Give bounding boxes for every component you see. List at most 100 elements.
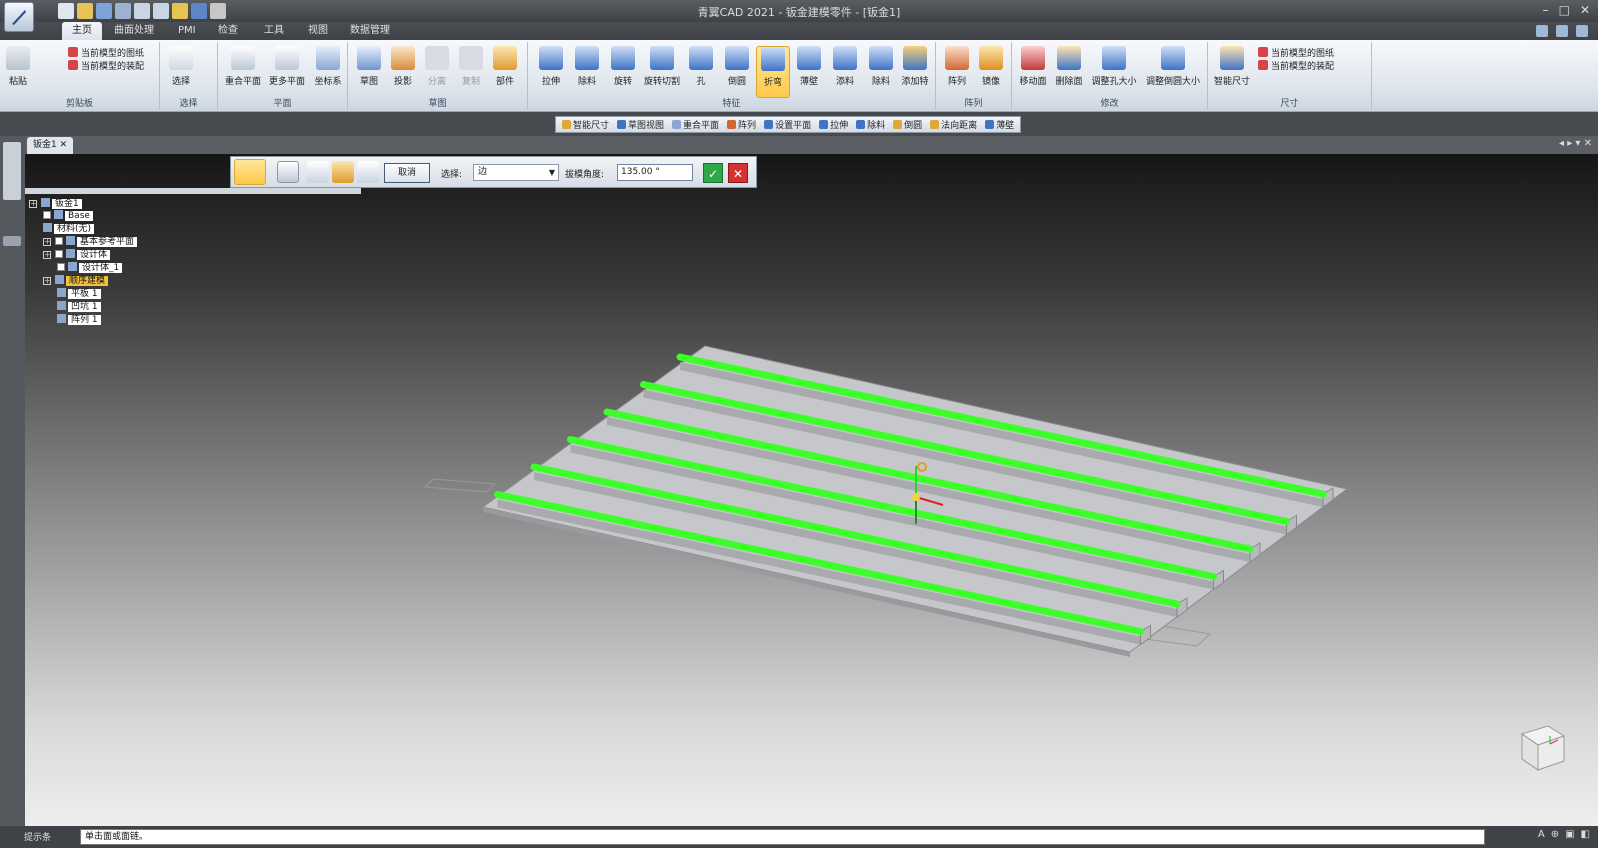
more-planes-button[interactable]: 更多平面 — [266, 46, 308, 87]
expand-icon[interactable]: + — [29, 200, 37, 208]
visibility-checkbox[interactable] — [55, 237, 63, 245]
visibility-checkbox[interactable] — [43, 211, 51, 219]
pattern-button[interactable]: 阵列 — [940, 46, 974, 87]
font-size-icon[interactable]: A — [1538, 829, 1545, 840]
tree-node[interactable]: 凹坑 1 — [57, 301, 101, 312]
revolve-button[interactable]: 旋转 — [606, 46, 640, 87]
smart-dimension-button[interactable]: 智能尺寸 — [1212, 46, 1252, 87]
add-feature-button[interactable]: 添加特 — [898, 46, 932, 87]
remove-material-button[interactable]: 除料 — [864, 46, 898, 87]
paste-button[interactable]: 粘贴 — [2, 46, 34, 87]
dimension-assembly-link[interactable]: 当前模型的装配 — [1258, 59, 1334, 72]
fit-icon[interactable]: ▣ — [1565, 829, 1574, 840]
select-body-icon[interactable] — [332, 161, 354, 183]
view-icon[interactable]: ◧ — [1581, 829, 1590, 840]
select-face-icon[interactable] — [307, 161, 329, 183]
current-model-drawing-link[interactable]: 当前模型的图纸 — [68, 46, 144, 59]
visibility-checkbox[interactable] — [57, 263, 65, 271]
coordinate-system-button[interactable]: 坐标系 — [310, 46, 346, 87]
command-item[interactable]: 薄壁 — [982, 118, 1017, 131]
app-logo[interactable] — [4, 2, 34, 32]
doc-tab-sheetmetal[interactable]: 钣金1 ✕ — [27, 137, 74, 154]
dock-toggle-icon[interactable] — [3, 236, 21, 246]
add-material-button[interactable]: 添料 — [828, 46, 862, 87]
project-icon — [391, 46, 415, 70]
group-sketch: 草图 投影 分离 复制 部件 草图 — [348, 42, 528, 110]
select-button[interactable]: 选择 — [164, 46, 198, 87]
command-item[interactable]: 拉伸 — [816, 118, 851, 131]
doc-tab-nav[interactable]: ◂ ▸ ▾ ✕ — [1559, 138, 1592, 149]
tab-surfacing[interactable]: 曲面处理 — [104, 22, 164, 40]
cutout-button[interactable]: 除料 — [570, 46, 604, 87]
tree-node[interactable]: 设计体_1 — [57, 262, 123, 273]
visibility-checkbox[interactable] — [55, 250, 63, 258]
command-item[interactable]: 重合平面 — [669, 118, 722, 131]
tree-node[interactable]: + 钣金1 — [29, 198, 82, 209]
delete-face-button[interactable]: 删除面 — [1052, 46, 1086, 87]
command-item[interactable]: 法向距离 — [927, 118, 980, 131]
close-button[interactable]: ✕ — [728, 163, 748, 183]
sketch-button[interactable]: 草图 — [352, 46, 386, 87]
command-item[interactable]: 设置平面 — [761, 118, 814, 131]
draft-angle-input[interactable]: 135.00 ° — [617, 164, 693, 181]
tab-home[interactable]: 主页 — [62, 22, 102, 40]
help-icon[interactable] — [1576, 25, 1588, 37]
hole-button[interactable]: 孔 — [684, 46, 718, 87]
tree-node[interactable]: 材料(无) — [43, 223, 95, 234]
tree-node[interactable]: + 设计体 — [43, 249, 111, 260]
command-item[interactable]: 倒圆 — [890, 118, 925, 131]
layout-icon[interactable] — [1536, 25, 1548, 37]
zoom-icon[interactable]: ⊕ — [1551, 829, 1559, 840]
accept-button[interactable]: ✓ — [703, 163, 723, 183]
tree-node[interactable]: 平板 1 — [57, 288, 101, 299]
tree-node[interactable]: 阵列 1 — [57, 314, 101, 325]
command-item[interactable]: 除料 — [853, 118, 888, 131]
select-chain-icon[interactable] — [357, 161, 379, 183]
expand-icon[interactable]: + — [43, 238, 51, 246]
options-step-icon[interactable] — [277, 161, 299, 183]
tree-node-label: 设计体_1 — [79, 263, 123, 273]
tree-node[interactable]: + 顺序建模 — [43, 275, 109, 286]
tab-pmi[interactable]: PMI — [168, 22, 206, 40]
close-window-icon[interactable]: ✕ — [1580, 3, 1590, 17]
3d-viewport[interactable]: 取消 选择: 边 ▼ 拔模角度: 135.00 ° ✓ ✕ + 钣金1 Base 材料(… — [25, 154, 1598, 826]
resize-round-button[interactable]: 调整倒圆大小 — [1142, 46, 1204, 87]
coincident-plane-button[interactable]: 重合平面 — [222, 46, 264, 87]
command-item[interactable]: 阵列 — [724, 118, 759, 131]
project-button[interactable]: 投影 — [386, 46, 420, 87]
separate-button[interactable]: 分离 — [420, 46, 454, 87]
tree-node[interactable]: + 基本参考平面 — [43, 236, 138, 247]
expand-icon[interactable]: + — [43, 277, 51, 285]
command-item[interactable]: 草图视图 — [614, 118, 667, 131]
maximize-icon[interactable]: □ — [1559, 3, 1570, 17]
view-cube[interactable] — [1514, 718, 1570, 774]
feature-icon — [66, 249, 75, 258]
resize-hole-button[interactable]: 调整孔大小 — [1088, 46, 1140, 87]
draft-step-icon[interactable] — [234, 159, 266, 185]
thin-wall-button[interactable]: 薄壁 — [792, 46, 826, 87]
copy-button[interactable]: 复制 — [454, 46, 488, 87]
tree-node[interactable]: Base — [43, 210, 93, 221]
current-model-assembly-link[interactable]: 当前模型的装配 — [68, 59, 144, 72]
mirror-button[interactable]: 镜像 — [974, 46, 1008, 87]
theme-icon[interactable] — [1556, 25, 1568, 37]
draft-button[interactable]: 折弯 — [756, 46, 790, 98]
round-button[interactable]: 倒圆 — [720, 46, 754, 87]
tab-data-management[interactable]: 数据管理 — [340, 22, 400, 40]
extrude-button[interactable]: 拉伸 — [534, 46, 568, 87]
select-dropdown[interactable]: 边 ▼ — [473, 164, 559, 181]
path-finder-tab[interactable] — [3, 142, 21, 200]
minimize-icon[interactable]: – — [1543, 3, 1549, 17]
tab-inspect[interactable]: 检查 — [208, 22, 248, 40]
revolve-cut-button[interactable]: 旋转切割 — [642, 46, 682, 87]
expand-icon[interactable]: + — [43, 251, 51, 259]
dimension-drawing-link[interactable]: 当前模型的图纸 — [1258, 46, 1334, 59]
tab-tools[interactable]: 工具 — [254, 22, 294, 40]
cancel-button[interactable]: 取消 — [384, 163, 430, 183]
move-face-button[interactable]: 移动面 — [1016, 46, 1050, 87]
tab-view[interactable]: 视图 — [298, 22, 338, 40]
drawing-icon — [1258, 47, 1268, 57]
command-item[interactable]: 智能尺寸 — [559, 118, 612, 131]
part-button[interactable]: 部件 — [488, 46, 522, 87]
close-doc-icon[interactable]: ✕ — [60, 140, 68, 150]
